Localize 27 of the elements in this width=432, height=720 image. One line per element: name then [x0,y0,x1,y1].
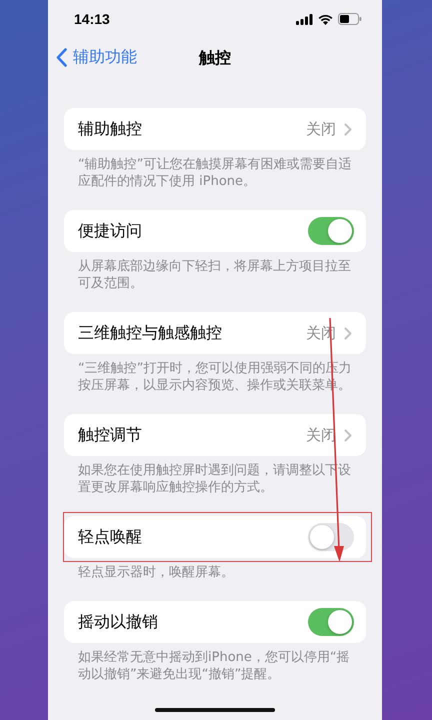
settings-row[interactable]: 便捷访问 [64,210,366,252]
footer-note: 轻点显示器时，唤醒屏幕。 [77,564,235,581]
back-button[interactable]: 辅助功能 [56,47,137,68]
chevron-icon [344,326,352,340]
row-value: 关闭 [306,120,336,138]
settings-row[interactable]: 摇动以撤销 [64,601,366,643]
footer-note: 如果经常无意中摇动到iPhone，您可以停用“摇动以撤销”来避免出现“撤销”提醒。 [77,649,351,683]
row-label: 触控调节 [78,424,143,446]
toggle-switch[interactable] [308,523,354,551]
row-label: 轻点唤醒 [78,526,143,548]
page-title: 触控 [199,48,231,68]
toggle-switch[interactable] [308,217,354,245]
status-time: 14:13 [74,11,110,27]
row-label: 辅助触控 [78,118,143,140]
toggle-switch[interactable] [308,608,354,636]
signal-icon [296,14,313,24]
settings-row[interactable]: 辅助触控 关闭 [64,108,366,150]
wifi-icon [318,14,333,24]
row-label: 摇动以撤销 [78,612,159,632]
chevron-icon [344,122,352,136]
footer-note: “辅助触控”可让您在触摸屏幕有困难或需要自适应配件的情况下使用 iPhone。 [77,156,352,190]
chevron-icon [344,428,352,442]
row-label: 便捷访问 [78,220,143,242]
row-label: 三维触控与触感触控 [78,322,223,344]
footer-note: 从屏幕底部边缘向下轻扫，将屏幕上方项目拉至可及范围。 [77,258,352,292]
back-chevron-icon [56,48,67,67]
battery-icon [338,13,362,25]
